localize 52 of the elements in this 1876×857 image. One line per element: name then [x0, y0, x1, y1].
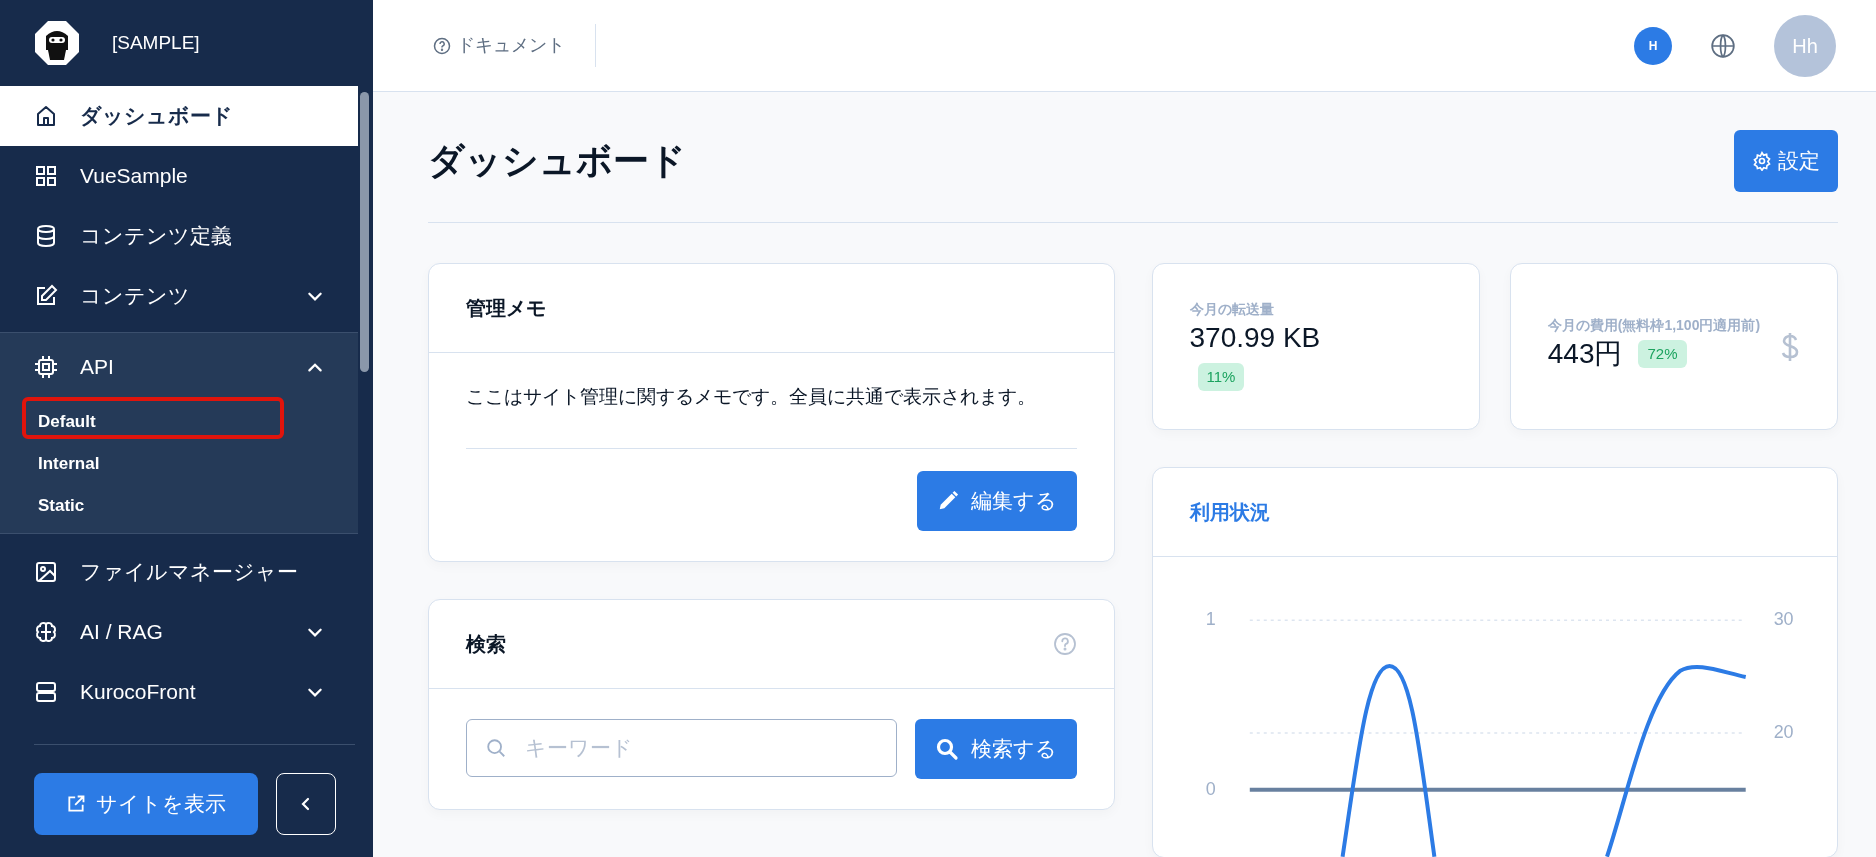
axis-tick-label: 0 [1205, 778, 1216, 799]
external-link-icon [66, 794, 86, 814]
search-icon [485, 736, 507, 759]
sidebar-subitem[interactable]: Static [22, 481, 284, 523]
globe-icon[interactable] [1710, 32, 1736, 59]
scrollbar-thumb[interactable] [360, 92, 369, 372]
stat-value: 370.99 KB [1189, 320, 1322, 355]
axis-tick-label: 20 [1773, 721, 1794, 742]
sidebar-item[interactable]: ダッシュボード [0, 86, 358, 146]
sidebar-item[interactable]: コンテンツ定義 [0, 206, 358, 266]
image-icon [34, 560, 58, 584]
chip-icon [34, 355, 58, 379]
card-title: 利用状況 [1189, 500, 1270, 524]
sidebar-item[interactable]: コンテンツ [0, 266, 358, 326]
stat-label: 今月の転送量 [1189, 301, 1275, 317]
home-icon [34, 104, 58, 128]
sidebar-subitem[interactable]: Internal [22, 439, 284, 481]
search-field[interactable]: キーワード [466, 718, 897, 777]
stat-value: 443円 [1547, 337, 1623, 372]
axis-tick-label: 30 [1773, 609, 1794, 630]
edit-button[interactable]: 編集する [916, 470, 1077, 531]
sidebar-item[interactable]: AI / RAG [0, 602, 358, 662]
card-title: 検索 [466, 631, 506, 656]
search-icon [934, 736, 959, 761]
user-badge[interactable]: H [1634, 26, 1672, 65]
documentation-link[interactable]: ドキュメント [433, 24, 596, 67]
dollar-icon [1780, 331, 1800, 362]
edit-icon [34, 284, 58, 308]
brain-icon [34, 620, 58, 644]
view-site-button[interactable]: サイトを表示 [34, 773, 258, 835]
help-icon [433, 36, 451, 55]
server-icon [34, 680, 58, 704]
page-title: ダッシュボード [428, 139, 686, 183]
change-badge: 72% [1638, 339, 1687, 369]
logo-icon [34, 20, 80, 66]
memo-text: ここはサイト管理に関するメモです。全員に共通で表示されます。 [466, 383, 1077, 449]
settings-button[interactable]: 設定 [1734, 130, 1838, 192]
sidebar-item[interactable]: KurocoFront [0, 662, 358, 722]
axis-tick-label: 1 [1205, 609, 1216, 630]
sidebar-item[interactable]: ファイルマネージャー [0, 542, 358, 602]
grid-icon [34, 164, 58, 188]
stat-label: 今月の費用(無料枠1,100円適用前) [1547, 317, 1762, 334]
database-icon [34, 224, 58, 248]
sidebar-item[interactable]: API [0, 337, 358, 397]
card-title: 管理メモ [466, 296, 546, 320]
gear-icon [1752, 151, 1772, 171]
sidebar-subitem[interactable]: Default [22, 397, 284, 439]
sidebar-item[interactable]: VueSample [0, 146, 358, 206]
site-name: [SAMPLE] [112, 30, 200, 55]
search-button[interactable]: 検索する [914, 718, 1077, 779]
change-badge: 11% [1197, 362, 1245, 392]
collapse-sidebar-button[interactable] [276, 773, 336, 835]
